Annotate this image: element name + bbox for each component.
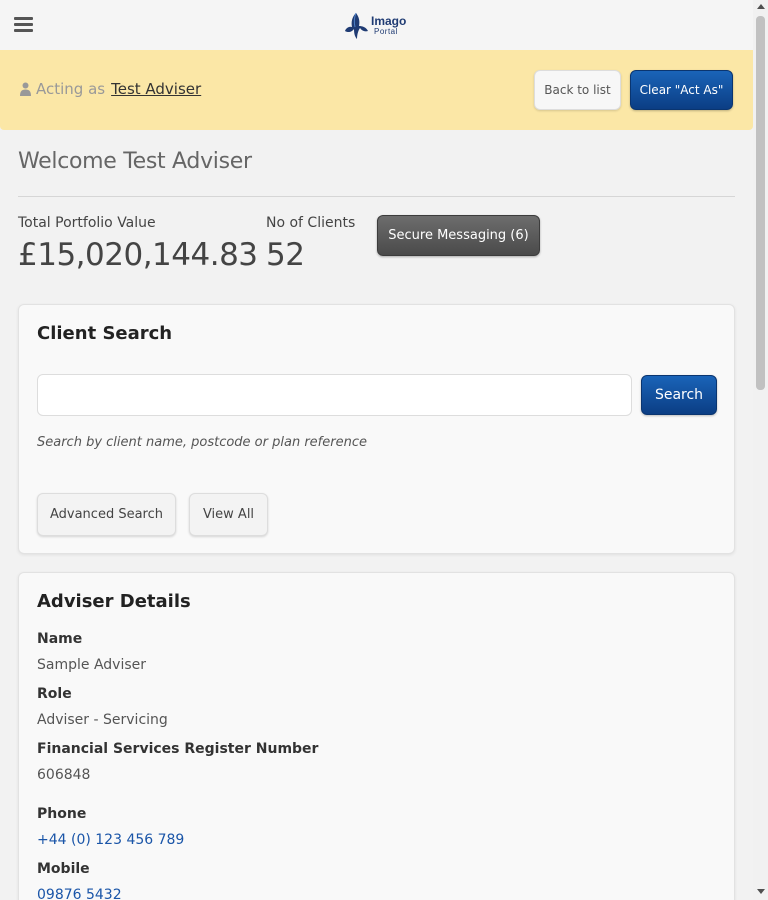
client-search-title: Client Search (37, 323, 173, 344)
acting-as-text: Acting as (36, 80, 106, 98)
imago-portal-logo[interactable]: Imago Portal (343, 9, 406, 41)
clients-label: No of Clients (266, 215, 356, 231)
adviser-role-label: Role (37, 686, 72, 702)
butterfly-logo-icon (345, 12, 368, 39)
scrollbar-thumb[interactable] (756, 16, 765, 390)
client-search-input[interactable] (37, 374, 632, 416)
adviser-details-panel: Adviser Details Name Sample Adviser Role… (18, 572, 735, 900)
divider (18, 196, 735, 197)
logo-text: Imago (371, 13, 407, 28)
client-search-panel: Client Search Search Search by client na… (18, 304, 735, 554)
hamburger-menu-icon[interactable] (14, 17, 33, 32)
adviser-details-title: Adviser Details (37, 591, 191, 612)
search-hint: Search by client name, postcode or plan … (37, 435, 367, 450)
advanced-search-button[interactable]: Advanced Search (37, 493, 176, 536)
mobile-link[interactable]: 09876 5432 (37, 887, 122, 900)
phone-label: Phone (37, 806, 87, 822)
portfolio-stat: Total Portfolio Value £15,020,144.83 (18, 215, 258, 273)
page-scrollbar[interactable] (753, 0, 768, 900)
scroll-down-arrow-icon[interactable] (757, 889, 765, 894)
clients-value: 52 (266, 237, 305, 273)
top-bar: Imago Portal (0, 0, 753, 50)
person-icon (20, 82, 31, 96)
secure-messaging-button[interactable]: Secure Messaging (6) (377, 215, 540, 256)
back-to-list-button[interactable]: Back to list (534, 70, 621, 110)
acting-as-label: Acting as Test Adviser (20, 80, 201, 98)
mobile-label: Mobile (37, 861, 90, 877)
adviser-role-value: Adviser - Servicing (37, 712, 168, 728)
fsr-number-label: Financial Services Register Number (37, 741, 319, 757)
portfolio-label: Total Portfolio Value (18, 215, 156, 231)
adviser-name-label: Name (37, 631, 83, 647)
scroll-up-arrow-icon[interactable] (757, 4, 765, 9)
portfolio-value: £15,020,144.83 (18, 237, 258, 273)
view-all-button[interactable]: View All (189, 493, 268, 536)
phone-link[interactable]: +44 (0) 123 456 789 (37, 832, 184, 848)
search-button[interactable]: Search (641, 375, 717, 415)
acting-as-bar: Acting as Test Adviser Back to list Clea… (0, 50, 753, 130)
logo-subtext: Portal (374, 26, 398, 36)
adviser-name-value: Sample Adviser (37, 657, 146, 673)
clear-act-as-button[interactable]: Clear "Act As" (630, 70, 733, 110)
acting-as-adviser-link[interactable]: Test Adviser (111, 80, 201, 98)
page-title: Welcome Test Adviser (18, 149, 252, 174)
fsr-number-value: 606848 (37, 767, 91, 783)
clients-stat: No of Clients 52 (266, 215, 355, 273)
